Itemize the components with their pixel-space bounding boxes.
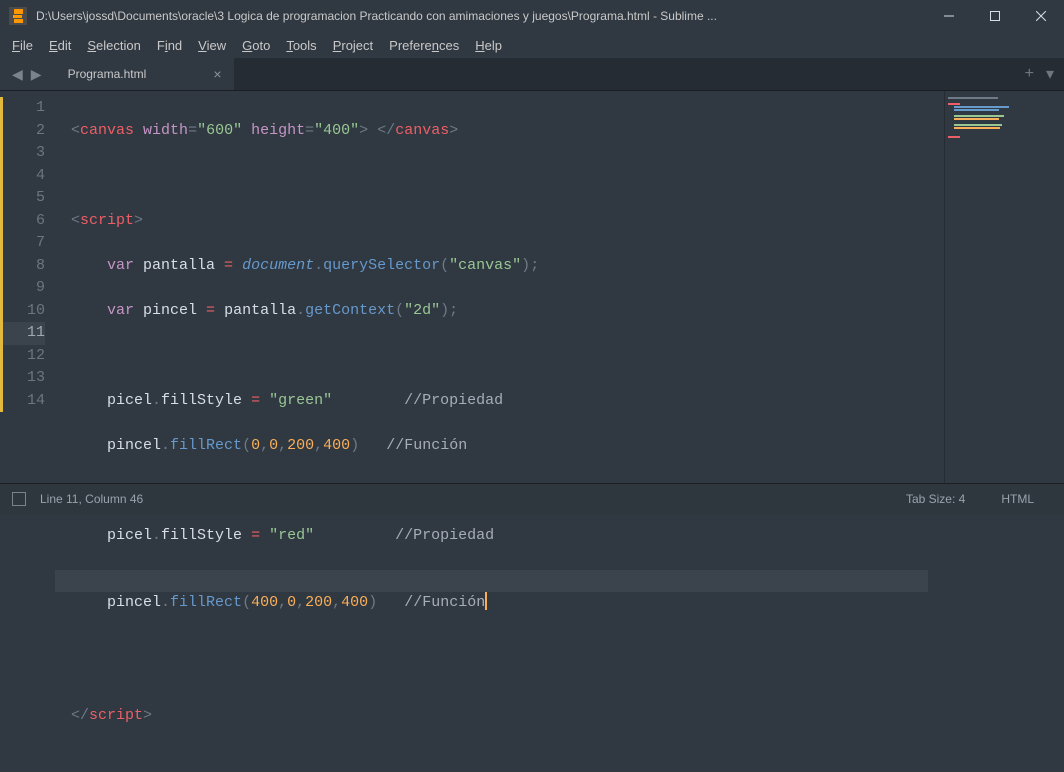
- code-area[interactable]: <canvas width="600" height="400"> </canv…: [55, 91, 944, 483]
- maximize-button[interactable]: [972, 0, 1018, 32]
- title-bar: D:\Users\jossd\Documents\oracle\3 Logica…: [0, 0, 1064, 32]
- new-tab-icon[interactable]: +: [1025, 65, 1034, 83]
- window-controls: [926, 0, 1064, 32]
- menu-view[interactable]: View: [192, 35, 232, 56]
- menu-selection[interactable]: Selection: [81, 35, 146, 56]
- cursor: [485, 592, 487, 610]
- menu-edit[interactable]: Edit: [43, 35, 77, 56]
- menu-help[interactable]: Help: [469, 35, 508, 56]
- minimap-content: [948, 97, 1058, 139]
- menu-preferences[interactable]: Preferences: [383, 35, 465, 56]
- menu-file[interactable]: File: [6, 35, 39, 56]
- window-title: D:\Users\jossd\Documents\oracle\3 Logica…: [36, 9, 926, 23]
- menu-project[interactable]: Project: [327, 35, 379, 56]
- tab-nav: ◀ ▶: [0, 58, 54, 90]
- line-number-gutter: 1 2 3 4 5 6 7 8 9 10 11 12 13 14: [0, 91, 55, 483]
- tab-close-icon[interactable]: ×: [213, 66, 221, 82]
- tab-prev-icon[interactable]: ◀: [8, 66, 27, 83]
- menu-find[interactable]: Find: [151, 35, 188, 56]
- menu-bar: File Edit Selection Find View Goto Tools…: [0, 32, 1064, 58]
- tab-active[interactable]: Programa.html ×: [54, 58, 234, 90]
- close-button[interactable]: [1018, 0, 1064, 32]
- menu-tools[interactable]: Tools: [280, 35, 322, 56]
- app-icon: [4, 2, 32, 30]
- tab-next-icon[interactable]: ▶: [27, 66, 46, 83]
- minimap[interactable]: [944, 91, 1064, 483]
- status-panel-icon[interactable]: [12, 492, 26, 506]
- tab-bar: ◀ ▶ Programa.html × + ▾: [0, 58, 1064, 91]
- minimize-button[interactable]: [926, 0, 972, 32]
- editor: 1 2 3 4 5 6 7 8 9 10 11 12 13 14 <canvas…: [0, 91, 1064, 483]
- syntax-language[interactable]: HTML: [983, 492, 1052, 506]
- tab-menu-icon[interactable]: ▾: [1046, 64, 1054, 84]
- tab-label: Programa.html: [68, 67, 147, 81]
- menu-goto[interactable]: Goto: [236, 35, 276, 56]
